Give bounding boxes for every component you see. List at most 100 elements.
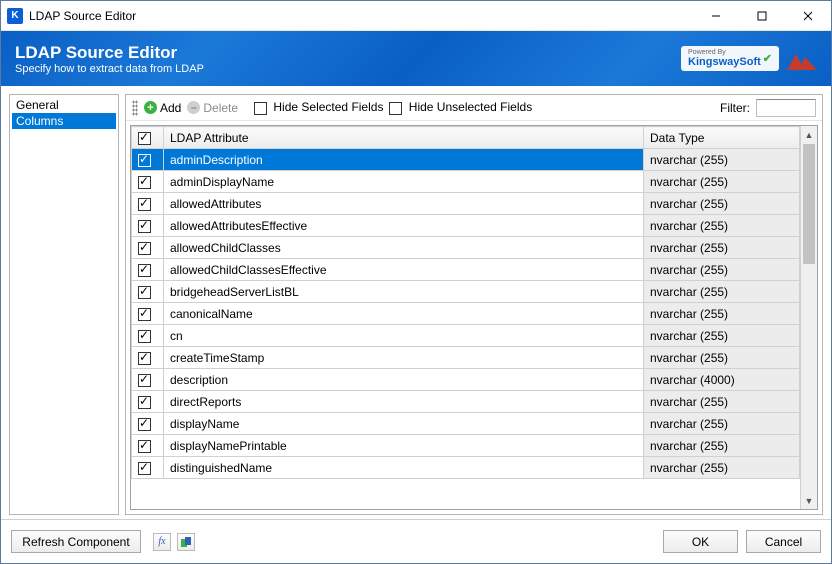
type-cell[interactable]: nvarchar (255) xyxy=(644,413,800,435)
type-cell[interactable]: nvarchar (255) xyxy=(644,303,800,325)
row-checkbox[interactable] xyxy=(138,198,151,211)
attr-cell[interactable]: directReports xyxy=(164,391,644,413)
attr-cell[interactable]: adminDescription xyxy=(164,149,644,171)
attr-cell[interactable]: description xyxy=(164,369,644,391)
hide-unselected-checkbox[interactable] xyxy=(389,102,402,115)
row-checkbox-cell[interactable] xyxy=(132,303,164,325)
attr-cell[interactable]: createTimeStamp xyxy=(164,347,644,369)
attr-cell[interactable]: distinguishedName xyxy=(164,457,644,479)
table-row[interactable]: allowedAttributesnvarchar (255) xyxy=(132,193,800,215)
attr-cell[interactable]: allowedAttributesEffective xyxy=(164,215,644,237)
table-row[interactable]: adminDescriptionnvarchar (255) xyxy=(132,149,800,171)
type-cell[interactable]: nvarchar (255) xyxy=(644,237,800,259)
refresh-component-button[interactable]: Refresh Component xyxy=(11,530,141,553)
type-cell[interactable]: nvarchar (255) xyxy=(644,457,800,479)
variable-editor-button[interactable] xyxy=(177,533,195,551)
type-cell[interactable]: nvarchar (255) xyxy=(644,193,800,215)
row-checkbox[interactable] xyxy=(138,308,151,321)
attributes-grid[interactable]: LDAP Attribute Data Type adminDescriptio… xyxy=(131,126,800,509)
table-row[interactable]: directReportsnvarchar (255) xyxy=(132,391,800,413)
attr-cell[interactable]: allowedAttributes xyxy=(164,193,644,215)
attr-cell[interactable]: bridgeheadServerListBL xyxy=(164,281,644,303)
row-checkbox[interactable] xyxy=(138,176,151,189)
maximize-button[interactable] xyxy=(739,1,785,30)
row-checkbox[interactable] xyxy=(138,352,151,365)
row-checkbox-cell[interactable] xyxy=(132,435,164,457)
row-checkbox[interactable] xyxy=(138,396,151,409)
header-attr[interactable]: LDAP Attribute xyxy=(164,127,644,149)
type-cell[interactable]: nvarchar (4000) xyxy=(644,369,800,391)
add-button[interactable]: + Add xyxy=(144,101,181,115)
row-checkbox-cell[interactable] xyxy=(132,391,164,413)
hide-selected-checkbox[interactable] xyxy=(254,102,267,115)
minimize-button[interactable] xyxy=(693,1,739,30)
type-cell[interactable]: nvarchar (255) xyxy=(644,171,800,193)
cancel-button[interactable]: Cancel xyxy=(746,530,821,553)
row-checkbox-cell[interactable] xyxy=(132,347,164,369)
table-row[interactable]: createTimeStampnvarchar (255) xyxy=(132,347,800,369)
row-checkbox-cell[interactable] xyxy=(132,281,164,303)
type-cell[interactable]: nvarchar (255) xyxy=(644,325,800,347)
header-checkbox[interactable] xyxy=(138,132,151,145)
row-checkbox-cell[interactable] xyxy=(132,457,164,479)
attr-cell[interactable]: canonicalName xyxy=(164,303,644,325)
row-checkbox[interactable] xyxy=(138,418,151,431)
table-row[interactable]: allowedChildClassesnvarchar (255) xyxy=(132,237,800,259)
expression-editor-button[interactable]: fx xyxy=(153,533,171,551)
row-checkbox-cell[interactable] xyxy=(132,193,164,215)
row-checkbox[interactable] xyxy=(138,374,151,387)
table-row[interactable]: bridgeheadServerListBLnvarchar (255) xyxy=(132,281,800,303)
table-row[interactable]: displayNamenvarchar (255) xyxy=(132,413,800,435)
scroll-down-icon[interactable]: ▼ xyxy=(801,492,817,509)
row-checkbox-cell[interactable] xyxy=(132,215,164,237)
row-checkbox[interactable] xyxy=(138,220,151,233)
type-cell[interactable]: nvarchar (255) xyxy=(644,391,800,413)
table-row[interactable]: descriptionnvarchar (4000) xyxy=(132,369,800,391)
attr-cell[interactable]: cn xyxy=(164,325,644,347)
row-checkbox[interactable] xyxy=(138,154,151,167)
vertical-scrollbar[interactable]: ▲ ▼ xyxy=(800,126,817,509)
delete-button[interactable]: – Delete xyxy=(187,101,238,115)
row-checkbox-cell[interactable] xyxy=(132,259,164,281)
close-button[interactable] xyxy=(785,1,831,30)
row-checkbox-cell[interactable] xyxy=(132,149,164,171)
filter-input[interactable] xyxy=(756,99,816,117)
hide-selected-toggle[interactable]: Hide Selected Fields xyxy=(254,100,383,114)
table-row[interactable]: allowedAttributesEffectivenvarchar (255) xyxy=(132,215,800,237)
row-checkbox[interactable] xyxy=(138,242,151,255)
sidebar-item-general[interactable]: General xyxy=(12,97,116,113)
type-cell[interactable]: nvarchar (255) xyxy=(644,347,800,369)
table-row[interactable]: cnnvarchar (255) xyxy=(132,325,800,347)
row-checkbox[interactable] xyxy=(138,462,151,475)
table-row[interactable]: displayNamePrintablenvarchar (255) xyxy=(132,435,800,457)
type-cell[interactable]: nvarchar (255) xyxy=(644,215,800,237)
type-cell[interactable]: nvarchar (255) xyxy=(644,149,800,171)
scroll-up-icon[interactable]: ▲ xyxy=(801,126,817,143)
type-cell[interactable]: nvarchar (255) xyxy=(644,435,800,457)
ok-button[interactable]: OK xyxy=(663,530,738,553)
row-checkbox-cell[interactable] xyxy=(132,325,164,347)
attr-cell[interactable]: displayName xyxy=(164,413,644,435)
row-checkbox[interactable] xyxy=(138,440,151,453)
table-row[interactable]: adminDisplayNamenvarchar (255) xyxy=(132,171,800,193)
row-checkbox[interactable] xyxy=(138,264,151,277)
type-cell[interactable]: nvarchar (255) xyxy=(644,281,800,303)
header-type[interactable]: Data Type xyxy=(644,127,800,149)
row-checkbox-cell[interactable] xyxy=(132,413,164,435)
row-checkbox[interactable] xyxy=(138,330,151,343)
row-checkbox[interactable] xyxy=(138,286,151,299)
attr-cell[interactable]: allowedChildClasses xyxy=(164,237,644,259)
table-row[interactable]: canonicalNamenvarchar (255) xyxy=(132,303,800,325)
hide-unselected-toggle[interactable]: Hide Unselected Fields xyxy=(389,100,532,114)
header-checkbox-cell[interactable] xyxy=(132,127,164,149)
table-row[interactable]: allowedChildClassesEffectivenvarchar (25… xyxy=(132,259,800,281)
scroll-thumb[interactable] xyxy=(803,144,815,264)
row-checkbox-cell[interactable] xyxy=(132,171,164,193)
type-cell[interactable]: nvarchar (255) xyxy=(644,259,800,281)
row-checkbox-cell[interactable] xyxy=(132,369,164,391)
attr-cell[interactable]: displayNamePrintable xyxy=(164,435,644,457)
attr-cell[interactable]: allowedChildClassesEffective xyxy=(164,259,644,281)
sidebar-item-columns[interactable]: Columns xyxy=(12,113,116,129)
attr-cell[interactable]: adminDisplayName xyxy=(164,171,644,193)
table-row[interactable]: distinguishedNamenvarchar (255) xyxy=(132,457,800,479)
